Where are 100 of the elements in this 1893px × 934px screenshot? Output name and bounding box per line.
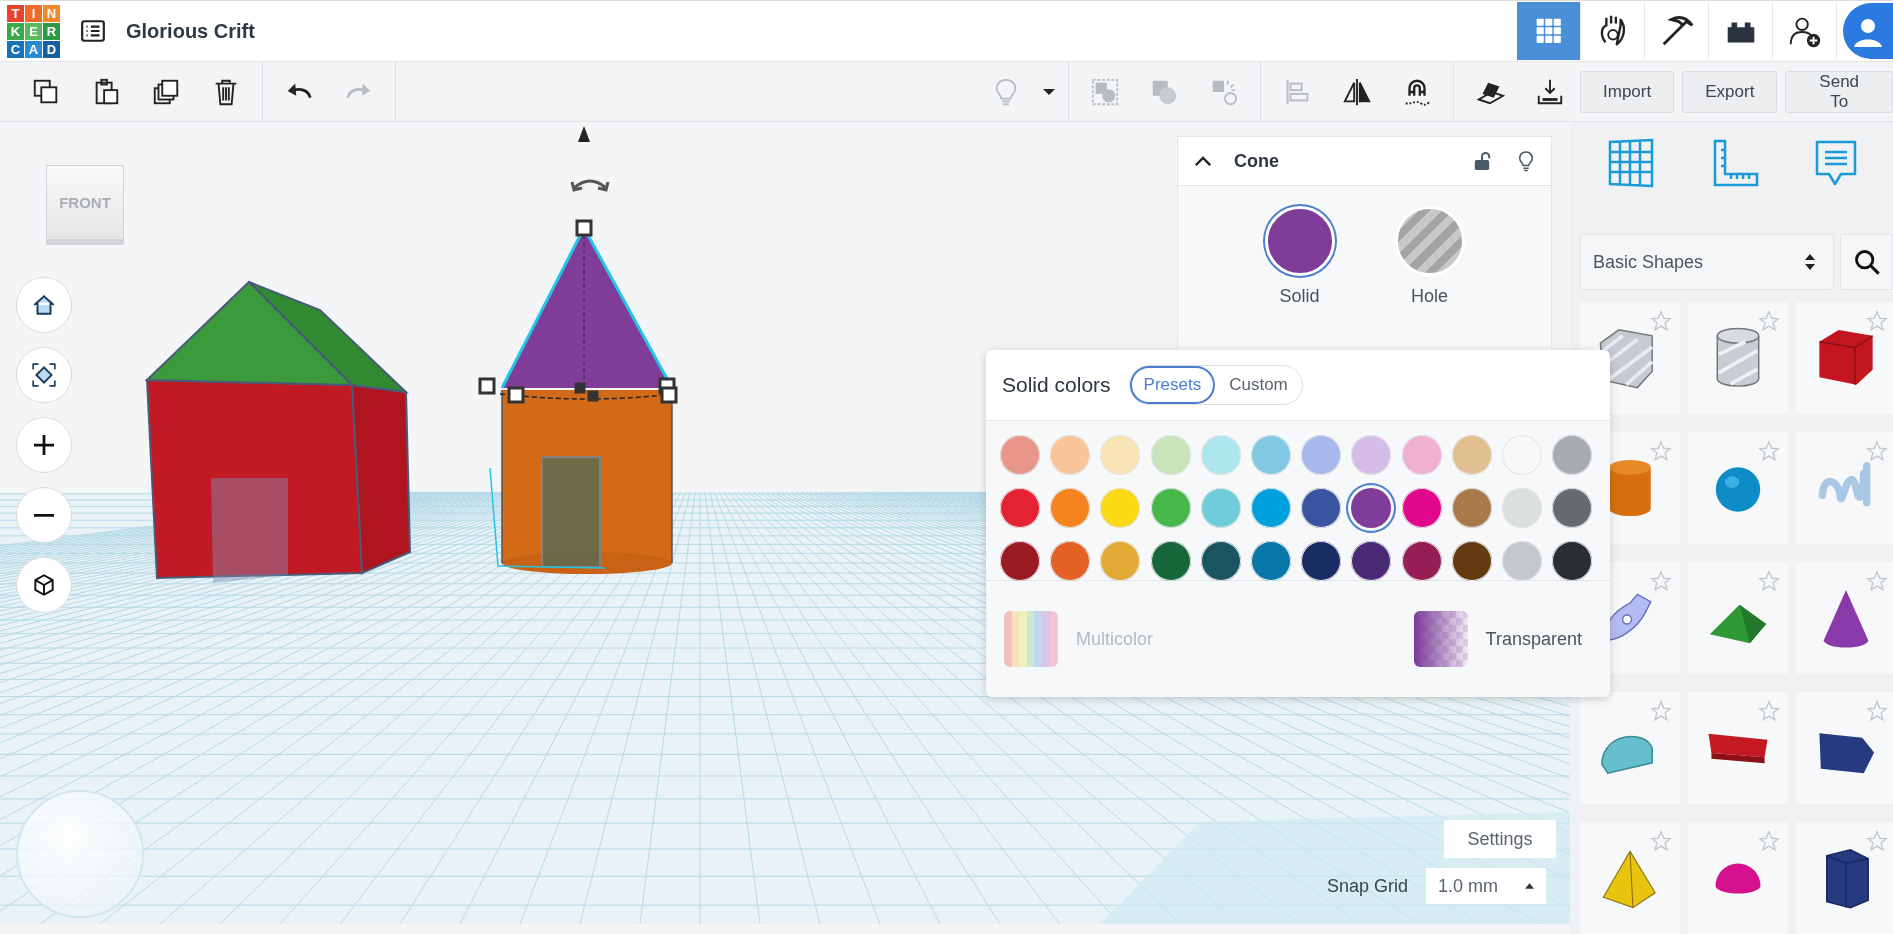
color-swatch[interactable] xyxy=(1050,435,1091,475)
design-title[interactable]: Glorious Crift xyxy=(126,19,255,43)
color-swatch[interactable] xyxy=(1552,488,1593,528)
star-icon[interactable] xyxy=(1758,440,1780,462)
text-shape-drawing xyxy=(1707,731,1769,765)
shape-type-option[interactable]: Solid xyxy=(1264,206,1335,307)
color-swatch[interactable] xyxy=(1552,435,1593,475)
shape-category-dropdown[interactable]: Basic Shapes xyxy=(1580,234,1834,290)
collapse-caret-icon[interactable] xyxy=(1194,155,1212,167)
transparent-icon xyxy=(1413,611,1468,667)
group-icon xyxy=(1089,76,1120,107)
color-swatch[interactable] xyxy=(1100,488,1141,528)
shape-card[interactable] xyxy=(1796,692,1893,804)
star-icon[interactable] xyxy=(1866,700,1888,722)
star-icon[interactable] xyxy=(1866,310,1888,332)
star-icon[interactable] xyxy=(1866,570,1888,592)
color-swatch[interactable] xyxy=(1451,541,1492,581)
color-swatch[interactable] xyxy=(1501,488,1542,528)
star-icon[interactable] xyxy=(1650,570,1672,592)
view-control-button[interactable] xyxy=(16,417,72,473)
grid-icon[interactable] xyxy=(1606,138,1656,188)
color-swatch[interactable] xyxy=(1050,488,1091,528)
shape-card[interactable] xyxy=(1688,692,1788,804)
color-swatch[interactable] xyxy=(1451,488,1492,528)
shape-type-option[interactable]: Hole xyxy=(1394,206,1465,307)
color-swatch[interactable] xyxy=(1401,435,1442,475)
height-handle-icon[interactable] xyxy=(578,126,590,142)
home-icon xyxy=(31,292,57,318)
house-model[interactable] xyxy=(144,280,411,584)
color-swatch[interactable] xyxy=(1301,488,1342,528)
color-swatch[interactable] xyxy=(1000,488,1040,528)
tower-model[interactable] xyxy=(478,219,678,574)
color-swatch[interactable] xyxy=(1451,435,1492,475)
shape-card[interactable] xyxy=(1796,302,1893,414)
sort-arrows-icon xyxy=(1805,254,1815,270)
half-sphere-drawing xyxy=(1714,861,1762,895)
caret-icon xyxy=(1525,883,1535,889)
color-swatch[interactable] xyxy=(1200,435,1241,475)
star-icon[interactable] xyxy=(1866,440,1888,462)
avatar[interactable] xyxy=(1843,3,1893,59)
tab[interactable]: Presets xyxy=(1129,366,1216,404)
star-icon[interactable] xyxy=(1650,700,1672,722)
color-swatch[interactable] xyxy=(1100,435,1141,475)
toolbar-text-button[interactable]: Import xyxy=(1580,70,1675,113)
color-swatch[interactable] xyxy=(1250,541,1291,581)
search-icon xyxy=(1852,248,1881,276)
search-button[interactable] xyxy=(1840,234,1893,290)
star-icon[interactable] xyxy=(1758,310,1780,332)
star-icon[interactable] xyxy=(1650,830,1672,852)
light-bulb-icon[interactable] xyxy=(1517,150,1535,172)
color-swatch[interactable] xyxy=(1250,488,1291,528)
color-swatch[interactable] xyxy=(1150,541,1191,581)
logo[interactable]: T I N K E R C A D xyxy=(7,4,60,58)
color-swatch[interactable] xyxy=(1552,541,1593,581)
snap-grid-label: Snap Grid xyxy=(1327,875,1409,897)
zoom-out-icon xyxy=(34,513,54,517)
color-swatch[interactable] xyxy=(1301,541,1342,581)
star-icon[interactable] xyxy=(1758,570,1780,592)
color-swatch[interactable] xyxy=(1301,435,1342,475)
multicolor-icon xyxy=(1004,611,1058,667)
color-swatch[interactable] xyxy=(1050,541,1091,581)
fit-view-icon xyxy=(31,362,57,388)
color-swatch[interactable] xyxy=(1000,435,1040,475)
color-swatch[interactable] xyxy=(1100,541,1141,581)
color-swatch[interactable] xyxy=(1401,541,1442,581)
mirror-icon xyxy=(1342,76,1373,107)
color-swatch[interactable] xyxy=(1000,541,1040,581)
shape-card[interactable] xyxy=(1796,562,1893,674)
color-swatch[interactable] xyxy=(1150,435,1191,475)
snap-grid-dropdown[interactable]: 1.0 mm xyxy=(1426,868,1547,904)
view-control-button[interactable] xyxy=(16,347,72,403)
toolbar-text-button[interactable]: Send To xyxy=(1785,70,1893,113)
color-swatch[interactable] xyxy=(1200,541,1241,581)
color-swatch[interactable] xyxy=(1200,488,1241,528)
settings-button[interactable]: Settings xyxy=(1444,820,1556,858)
star-icon[interactable] xyxy=(1650,440,1672,462)
star-icon[interactable] xyxy=(1758,830,1780,852)
caret-icon xyxy=(1042,88,1055,95)
star-icon[interactable] xyxy=(1866,830,1888,852)
view-cube-label: FRONT xyxy=(59,194,111,211)
list-icon[interactable] xyxy=(80,18,106,44)
star-icon[interactable] xyxy=(1650,310,1672,332)
tab[interactable]: Custom xyxy=(1215,366,1302,404)
color-swatch[interactable] xyxy=(1501,541,1542,581)
shape-name: Cone xyxy=(1234,150,1280,172)
shape-card[interactable] xyxy=(1796,822,1893,934)
view-control-button[interactable] xyxy=(16,277,72,333)
color-swatch[interactable] xyxy=(1351,435,1392,475)
color-swatch[interactable] xyxy=(1250,435,1291,475)
toolbar-text-button[interactable]: Export xyxy=(1682,70,1778,113)
perspective-cube-icon xyxy=(31,572,57,598)
color-picker-title: Solid colors xyxy=(1002,373,1111,397)
color-swatch[interactable] xyxy=(1150,488,1191,528)
color-mode-option[interactable]: Transparent xyxy=(1413,611,1582,667)
star-icon[interactable] xyxy=(1758,700,1780,722)
color-swatch[interactable] xyxy=(1351,541,1392,581)
rotate-arrow-icon[interactable] xyxy=(570,179,610,192)
zoom-in-icon xyxy=(34,435,54,455)
unlocked-icon[interactable] xyxy=(1473,151,1491,171)
color-swatch[interactable] xyxy=(1401,488,1442,528)
